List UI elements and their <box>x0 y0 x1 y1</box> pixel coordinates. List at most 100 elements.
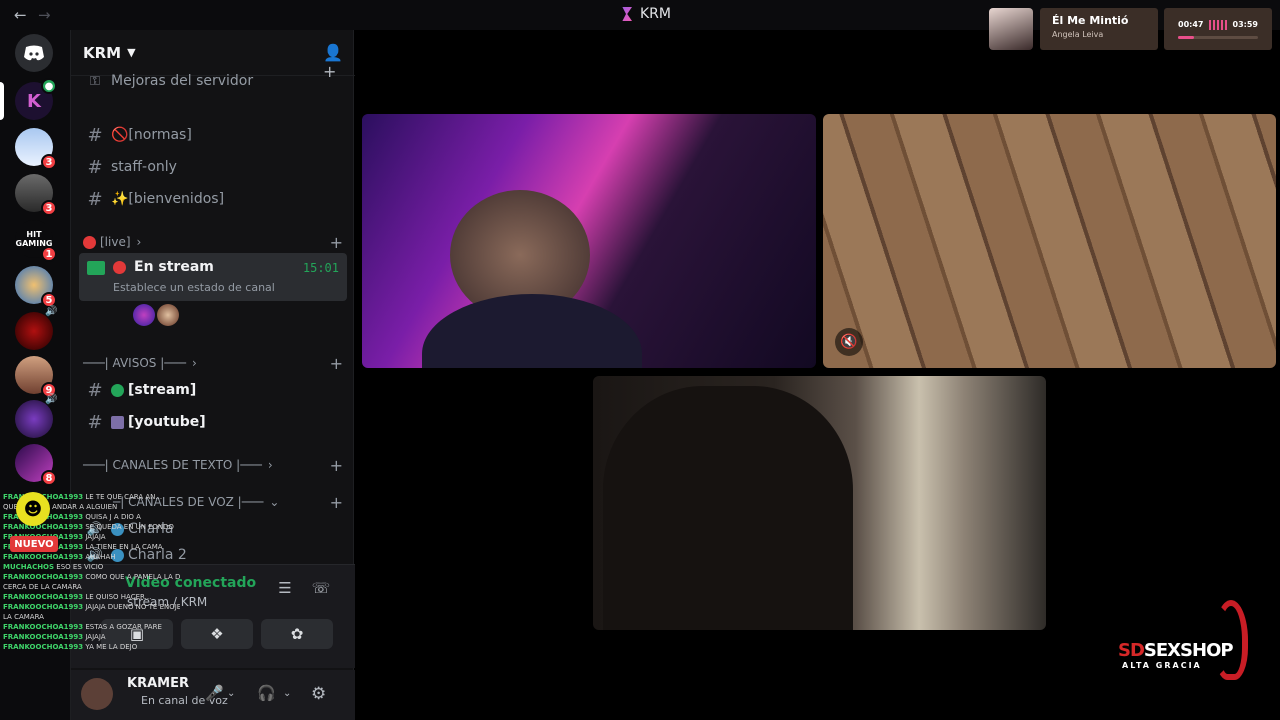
microphone-icon[interactable]: 🎤 <box>205 684 224 702</box>
server-boost-item[interactable]: ⚿ Mejoras del servidor <box>79 66 347 96</box>
server-3[interactable]: 3 <box>15 128 57 170</box>
avatar[interactable] <box>133 304 155 326</box>
chevron-down-icon[interactable]: ⌄ <box>227 688 235 699</box>
album-art <box>989 8 1033 50</box>
server-6[interactable]: 5 <box>15 266 57 308</box>
progress-fill <box>1178 36 1194 39</box>
voice-timer: 15:01 <box>302 261 339 275</box>
chat-message: FRANKOOCHOA1993 YA ME LA DEJO <box>0 642 180 652</box>
chat-text: LA CAMARA <box>3 613 44 621</box>
chat-message: FRANKOOCHOA1993 COMO QUE A PAMELA LA DEJ… <box>0 572 180 582</box>
back-arrow-icon[interactable]: ← <box>14 6 27 24</box>
set-channel-status[interactable]: Establece un estado de canal <box>113 281 275 294</box>
window-title: KRM <box>620 6 671 22</box>
sponsor-mark-icon <box>1214 600 1248 680</box>
unread-badge: 3 <box>41 200 57 216</box>
activities-button[interactable]: ❖ <box>181 619 253 649</box>
smiley-sticker-icon: ☻ <box>16 492 50 526</box>
guild-name: KRM <box>83 43 122 62</box>
discord-home-button[interactable] <box>15 34 53 72</box>
chat-username: FRANKOOCHOA1993 <box>3 553 84 561</box>
hash-icon: # <box>87 188 103 210</box>
video-tile-streamer[interactable] <box>362 114 816 368</box>
voice-channel-name: En stream <box>113 259 214 275</box>
chat-username: FRANKOOCHOA1993 <box>3 633 84 641</box>
add-channel-icon[interactable]: + <box>330 493 343 512</box>
chat-username: FRANKOOCHOA1993 <box>3 623 84 631</box>
forward-arrow-icon[interactable]: → <box>38 6 51 24</box>
chevron-right-icon: › <box>191 356 197 370</box>
channel-label: [stream] <box>128 382 197 398</box>
server-9[interactable]: 🔊 <box>15 394 57 438</box>
participant-body <box>422 294 642 368</box>
stream-chat-overlay: FRANKOOCHOA1993 LE TE QUE CARA AN... QUE… <box>0 492 180 720</box>
category-texto[interactable]: ───| CANALES DE TEXTO |─── › + <box>83 455 347 475</box>
progress-bar <box>1178 36 1258 39</box>
chat-username: FRANKOOCHOA1993 <box>3 643 84 651</box>
channel-stream[interactable]: # [stream] <box>79 375 347 405</box>
headphones-icon[interactable]: 🎧 <box>257 684 276 702</box>
channel-label: 🚫[normas] <box>111 127 192 143</box>
channel-staff-only[interactable]: # staff-only <box>79 152 347 182</box>
server-hit-gaming[interactable]: HIT GAMING 1 <box>15 220 57 262</box>
server-4[interactable]: 3 <box>15 174 57 216</box>
chat-message: FRANKOOCHOA1993 ESTAS A GOZAR PARE <box>0 622 180 632</box>
chat-text: LE TE QUE CARA AN... <box>85 493 163 501</box>
chat-text: ESO ES VICIO <box>56 563 104 571</box>
category-live[interactable]: [live] › + <box>83 232 347 252</box>
add-channel-icon[interactable]: + <box>330 354 343 373</box>
chat-message: MUCHACHOS ESO ES VICIO <box>0 562 180 572</box>
server-10[interactable]: 8 <box>15 444 57 486</box>
speaker-icon: 🔊 <box>45 306 58 317</box>
chat-username: MUCHACHOS <box>3 563 55 571</box>
chat-username: FRANKOOCHOA1993 <box>3 603 84 611</box>
channel-normas[interactable]: # 🚫[normas] <box>79 120 347 150</box>
selected-server-pill <box>0 82 4 120</box>
channel-label: staff-only <box>111 159 177 175</box>
category-avisos[interactable]: ───| AVISOS |─── › + <box>83 353 347 373</box>
server-icon <box>622 7 632 21</box>
channel-youtube[interactable]: # [youtube] <box>79 407 347 437</box>
add-channel-icon[interactable]: + <box>330 456 343 475</box>
add-channel-icon[interactable]: + <box>330 233 343 252</box>
channel-bienvenidos[interactable]: # ✨[bienvenidos] <box>79 184 347 214</box>
discord-logo-icon <box>15 34 53 72</box>
chat-text: SE QUEDA EN UN FONDO <box>85 523 174 531</box>
server-8[interactable]: 9 <box>15 356 57 398</box>
chevron-down-icon[interactable]: ⌄ <box>283 688 291 699</box>
voice-channel-en-stream[interactable]: En stream 15:01 Establece un estado de c… <box>79 253 347 301</box>
chevron-right-icon: › <box>267 458 273 472</box>
activities-icon: ❖ <box>210 625 224 643</box>
hash-icon: # <box>87 411 103 433</box>
server-7[interactable]: 🔊 <box>15 306 57 350</box>
green-circle-icon <box>111 383 124 397</box>
red-circle-icon <box>113 260 126 274</box>
video-grid: 🔇 <box>355 30 1280 720</box>
gear-icon[interactable]: ⚙ <box>311 684 326 704</box>
song-artist: Angela Leiva <box>1052 30 1104 39</box>
hash-icon: # <box>87 124 103 146</box>
voice-channel-label: En stream <box>134 259 214 275</box>
chat-message: FRANKOOCHOA1993 JAJAJA <box>0 632 180 642</box>
voice-participants <box>133 304 179 326</box>
chat-text: LA TIENE EN LA CAMA <box>85 543 163 551</box>
video-tile-ceiling[interactable]: 🔇 <box>823 114 1276 368</box>
video-tile-room[interactable] <box>593 376 1046 630</box>
chat-text: COMO QUE A PAMELA LA DEJ MAS <box>85 573 180 581</box>
invite-people-icon[interactable]: 👤+ <box>323 43 343 81</box>
noise-suppression-icon[interactable]: ☰ <box>275 579 295 599</box>
duration: 03:59 <box>1232 20 1258 29</box>
chat-message: FRANKOOCHOA1993 LE QUISO HACER... <box>0 592 180 602</box>
chevron-down-icon: ⌄ <box>269 495 280 509</box>
avatar[interactable] <box>157 304 179 326</box>
server-krm[interactable]: K ● <box>15 78 57 120</box>
disconnect-icon[interactable]: ☏ <box>311 579 331 599</box>
soundboard-button[interactable]: ✿ <box>261 619 333 649</box>
category-label: ───| CANALES DE TEXTO |─── <box>83 458 262 472</box>
unread-badge: 1 <box>41 246 57 262</box>
mic-muted-icon: 🔇 <box>835 328 863 356</box>
chat-message: LA CAMARA <box>0 612 180 622</box>
chat-text: JAJAJA <box>85 633 106 641</box>
chat-text: JAJAJA DUENO NO TE ENOJES <box>85 603 180 611</box>
chat-text: AHAHAH <box>85 553 116 561</box>
